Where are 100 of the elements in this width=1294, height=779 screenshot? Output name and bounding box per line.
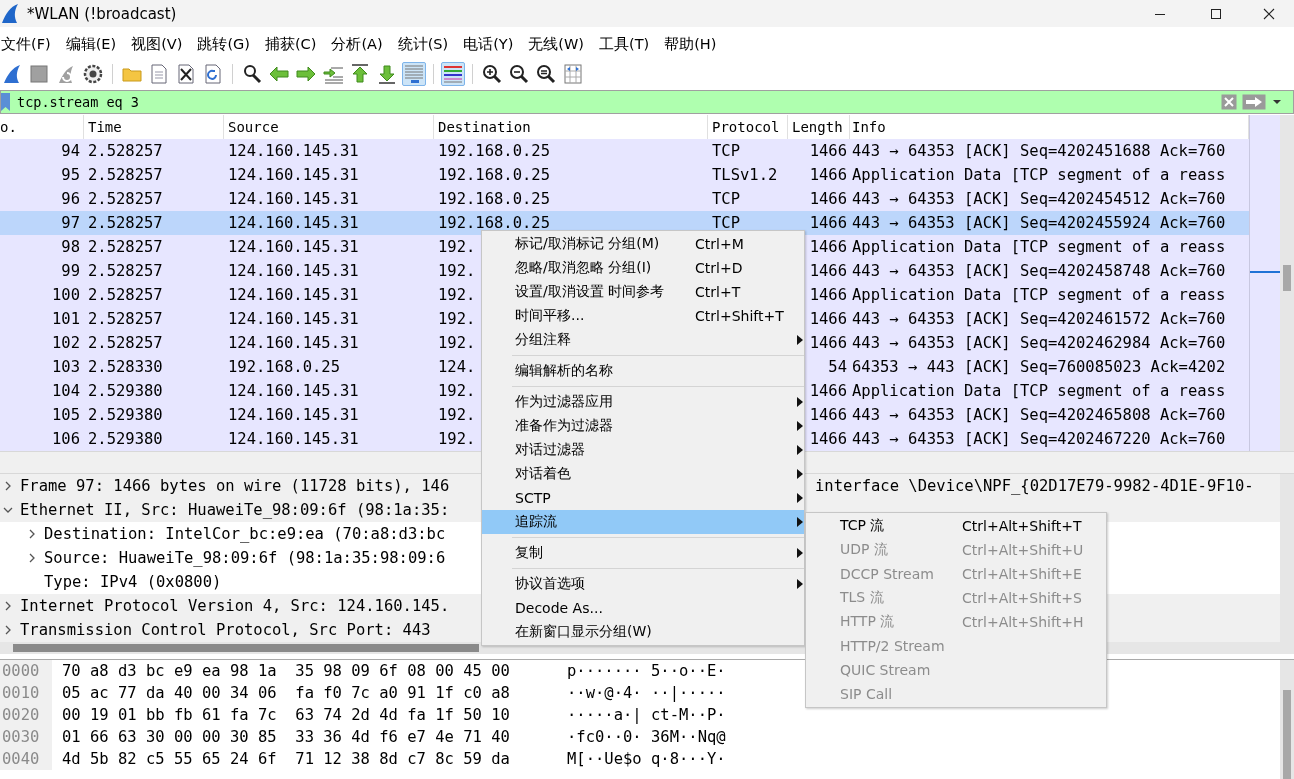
table-cell: 124.160.145.31 bbox=[228, 166, 359, 184]
hex-bytes: 05 ac 77 da 40 00 34 06 fa f0 7c a0 91 1f c0 a8 bbox=[62, 684, 511, 702]
table-cell: 124.160.145.31 bbox=[228, 430, 359, 448]
table-cell: 1466 bbox=[809, 142, 847, 160]
table-cell: 1466 bbox=[809, 430, 847, 448]
table-cell: 2.528257 bbox=[88, 214, 163, 232]
hex-bytes: 01 66 63 30 00 00 30 85 33 36 4d f6 e7 4e 71 40 bbox=[62, 728, 511, 746]
table-cell: Application Data [TCP segment of a reass bbox=[852, 166, 1226, 184]
table-cell: 1466 bbox=[809, 310, 847, 328]
table-cell: 98 bbox=[61, 238, 80, 256]
table-cell: 192.168.0.25 bbox=[228, 358, 340, 376]
tree-item-text: Internet Protocol Version 4, Src: 124.160.145. bbox=[20, 597, 450, 615]
table-cell: 2.528257 bbox=[88, 334, 163, 352]
table-cell: 2.528257 bbox=[88, 190, 163, 208]
tree-item-text: Frame 97: 1466 bytes on wire (11728 bits), 146 bbox=[20, 477, 450, 495]
table-cell: 2.529380 bbox=[88, 430, 163, 448]
table-cell: 124.160.145.31 bbox=[228, 310, 359, 328]
hex-bytes: 00 19 01 bb fb 61 fa 7c 63 74 2d 4d fa 1f 50 10 bbox=[62, 706, 511, 724]
table-cell: 124.160.145.31 bbox=[228, 214, 359, 232]
table-cell: 99 bbox=[61, 262, 80, 280]
table-cell: 124.160.145.31 bbox=[228, 190, 359, 208]
table-cell: 101 bbox=[52, 310, 80, 328]
table-cell: 192. bbox=[438, 310, 476, 328]
tree-item-text: Transmission Control Protocol, Src Port: 443 bbox=[20, 621, 431, 639]
table-cell: 1466 bbox=[809, 334, 847, 352]
table-cell: 2.528257 bbox=[88, 142, 163, 160]
hex-offset: 0000 bbox=[0, 660, 52, 682]
table-cell: 94 bbox=[61, 142, 80, 160]
table-cell: TCP bbox=[712, 214, 740, 232]
table-cell: TCP bbox=[712, 190, 740, 208]
table-cell: 192.168.0.25 bbox=[438, 190, 550, 208]
hex-offset: 0040 bbox=[0, 748, 52, 770]
table-cell: 100 bbox=[52, 286, 80, 304]
table-cell: Application Data [TCP segment of a reass bbox=[852, 382, 1226, 400]
table-cell: 1466 bbox=[809, 214, 847, 232]
table-cell: 103 bbox=[52, 358, 80, 376]
tree-item-text: Source: HuaweiTe_98:09:6f (98:1a:35:98:09:6 bbox=[44, 549, 446, 567]
shortcut-label: Ctrl+Shift+T bbox=[695, 308, 785, 324]
table-cell: 2.528330 bbox=[88, 358, 163, 376]
shortcut-label: Ctrl+Alt+Shift+E bbox=[962, 566, 1083, 582]
table-cell: 1466 bbox=[809, 406, 847, 424]
shortcut-label: Ctrl+M bbox=[695, 236, 745, 252]
hex-offset: 0030 bbox=[0, 726, 52, 748]
table-cell: 2.528257 bbox=[88, 166, 163, 184]
table-cell: 2.528257 bbox=[88, 310, 163, 328]
table-cell: 1466 bbox=[809, 166, 847, 184]
table-cell: 192. bbox=[438, 286, 476, 304]
hex-bytes: 70 a8 d3 bc e9 ea 98 1a 35 98 09 6f 08 00 45 00 bbox=[62, 662, 511, 680]
table-cell: 192.168.0.25 bbox=[438, 142, 550, 160]
shortcut-label: Ctrl+Alt+Shift+U bbox=[962, 542, 1085, 558]
table-cell: 192. bbox=[438, 382, 476, 400]
table-cell: 106 bbox=[52, 430, 80, 448]
table-cell: 124. bbox=[438, 358, 476, 376]
table-cell: TLSv1.2 bbox=[712, 166, 778, 184]
table-cell: 443 → 64353 [ACK] Seq=4202455924 Ack=760 bbox=[852, 214, 1226, 232]
table-cell: 2.528257 bbox=[88, 286, 163, 304]
table-cell: 192. bbox=[438, 430, 476, 448]
table-cell: 443 → 64353 [ACK] Seq=4202454512 Ack=760 bbox=[852, 190, 1226, 208]
table-cell: 1466 bbox=[809, 262, 847, 280]
table-cell: 192. bbox=[438, 238, 476, 256]
table-cell: 443 → 64353 [ACK] Seq=4202451688 Ack=760 bbox=[852, 142, 1226, 160]
hex-offset: 0010 bbox=[0, 682, 52, 704]
table-cell: 124.160.145.31 bbox=[228, 142, 359, 160]
table-cell: 124.160.145.31 bbox=[228, 262, 359, 280]
shortcut-label: Ctrl+D bbox=[695, 260, 744, 276]
hex-bytes: 4d 5b 82 c5 55 65 24 6f 71 12 38 8d c7 8c 59 da bbox=[62, 750, 511, 768]
ascii-text: ··w·@·4· ··|····· bbox=[567, 684, 726, 702]
table-cell: 104 bbox=[52, 382, 80, 400]
table-cell: 443 → 64353 [ACK] Seq=4202465808 Ack=760 bbox=[852, 406, 1226, 424]
table-cell: TCP bbox=[712, 142, 740, 160]
table-cell: Application Data [TCP segment of a reass bbox=[852, 238, 1226, 256]
table-cell: 2.529380 bbox=[88, 382, 163, 400]
table-cell: 124.160.145.31 bbox=[228, 286, 359, 304]
tree-item-text: Ethernet II, Src: HuaweiTe_98:09:6f (98:1a:35: bbox=[20, 501, 450, 519]
table-cell: 1466 bbox=[809, 190, 847, 208]
shortcut-label: Ctrl+T bbox=[695, 284, 742, 300]
table-cell: 443 → 64353 [ACK] Seq=4202461572 Ack=760 bbox=[852, 310, 1226, 328]
table-cell: 124.160.145.31 bbox=[228, 334, 359, 352]
table-cell: 443 → 64353 [ACK] Seq=4202467220 Ack=760 bbox=[852, 430, 1226, 448]
table-cell: 105 bbox=[52, 406, 80, 424]
table-cell: 192.168.0.25 bbox=[438, 166, 550, 184]
table-cell: 54 bbox=[828, 358, 847, 376]
ascii-text: M[··Ue$o q·8···Y· bbox=[567, 750, 726, 768]
table-cell: 124.160.145.31 bbox=[228, 406, 359, 424]
table-cell: 1466 bbox=[809, 238, 847, 256]
table-cell: 1466 bbox=[809, 286, 847, 304]
table-cell: Application Data [TCP segment of a reass bbox=[852, 286, 1226, 304]
shortcut-label: Ctrl+Alt+Shift+S bbox=[962, 590, 1083, 606]
table-cell: 192. bbox=[438, 262, 476, 280]
ascii-text: ·fc0··0· 36M··Nq@ bbox=[567, 728, 726, 746]
ascii-text: p······· 5··o··E· bbox=[567, 662, 726, 680]
ascii-text: ·····a·| ct-M··P· bbox=[567, 706, 726, 724]
table-cell: 192. bbox=[438, 334, 476, 352]
table-cell: 2.528257 bbox=[88, 262, 163, 280]
tree-item-text: interface \Device\NPF_{02D17E79-9982-4D1E-9F10- bbox=[815, 477, 1254, 495]
table-cell: 96 bbox=[61, 190, 80, 208]
table-cell: 443 → 64353 [ACK] Seq=4202462984 Ack=760 bbox=[852, 334, 1226, 352]
table-cell: 2.529380 bbox=[88, 406, 163, 424]
table-cell: 443 → 64353 [ACK] Seq=4202458748 Ack=760 bbox=[852, 262, 1226, 280]
shortcut-label: Ctrl+Alt+Shift+T bbox=[962, 518, 1083, 534]
